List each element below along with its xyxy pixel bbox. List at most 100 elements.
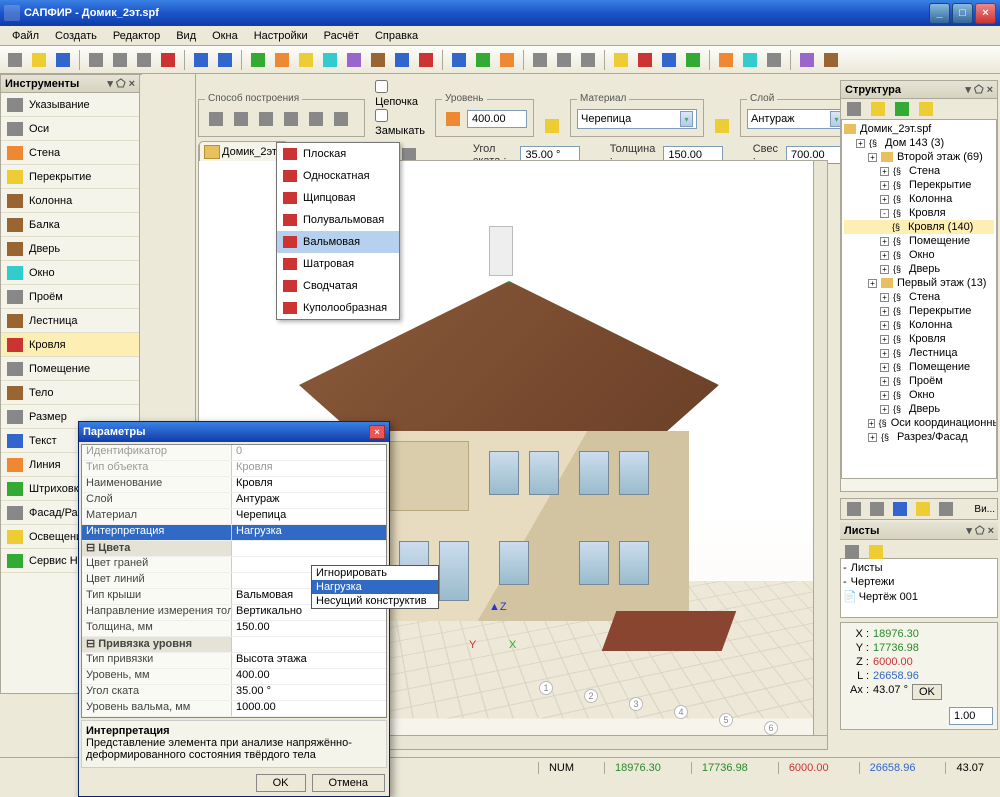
prop-row[interactable]: ⊟ Цвета [82, 541, 386, 557]
tree-item[interactable]: -{§Кровля [844, 206, 994, 220]
dialog-close-button[interactable]: × [369, 425, 385, 439]
minimize-button[interactable]: _ [929, 3, 950, 24]
draw-para-icon[interactable] [280, 108, 302, 130]
prop-row[interactable]: СлойАнтураж [82, 493, 386, 509]
interp-option-bearing[interactable]: Несущий конструктив [312, 594, 438, 608]
tree-tool-b[interactable] [867, 98, 889, 120]
level-input[interactable] [467, 110, 527, 128]
prop-row[interactable]: ⊟ Привязка уровня [82, 637, 386, 653]
tree-tool-c[interactable] [891, 98, 913, 120]
interp-option-load[interactable]: Нагрузка [312, 580, 438, 594]
tool-rotate[interactable] [472, 49, 494, 71]
tool-item-5[interactable]: Балка [1, 213, 139, 237]
material-combo[interactable]: Черепица [577, 109, 697, 129]
viewtab-d[interactable] [912, 498, 934, 520]
tool-c[interactable] [295, 49, 317, 71]
viewtab-e[interactable] [935, 498, 957, 520]
viewtab-c[interactable] [889, 498, 911, 520]
tree-item[interactable]: +{§Разрез/Фасад [844, 430, 994, 444]
tool-item-11[interactable]: Помещение [1, 357, 139, 381]
tool-item-8[interactable]: Проём [1, 285, 139, 309]
viewtab-a[interactable] [843, 498, 865, 520]
tool-item-1[interactable]: Оси [1, 117, 139, 141]
structure-tree[interactable]: Домик_2эт.spf+{§Дом 143 (3)+Второй этаж … [841, 119, 997, 479]
tool-p[interactable] [715, 49, 737, 71]
tree-item[interactable]: +{§Лестница [844, 346, 994, 360]
menu-calc[interactable]: Расчёт [316, 28, 367, 44]
roof-type-option[interactable]: Односкатная [277, 165, 399, 187]
tree-item[interactable]: +{§Дверь [844, 262, 994, 276]
tool-item-10[interactable]: Кровля [1, 333, 139, 357]
prop-row[interactable]: Уровень вальма, мм1000.00 [82, 701, 386, 717]
prop-row[interactable]: ИнтерпретацияНагрузка [82, 525, 386, 541]
menu-view[interactable]: Вид [168, 28, 204, 44]
tree-item[interactable]: {§Кровля (140) [844, 220, 994, 234]
panel-actions-icon[interactable]: ▾ ⬠ × [965, 83, 993, 96]
prop-row[interactable]: МатериалЧерепица [82, 509, 386, 525]
canvas-scroll-v[interactable] [813, 161, 827, 735]
tool-r[interactable] [763, 49, 785, 71]
tool-o[interactable] [682, 49, 704, 71]
prop-row[interactable]: Уровень, мм400.00 [82, 669, 386, 685]
interp-option-ignore[interactable]: Игнорировать [312, 566, 438, 580]
tree-item[interactable]: +{§Помещение [844, 234, 994, 248]
menu-windows[interactable]: Окна [204, 28, 246, 44]
tool-e[interactable] [343, 49, 365, 71]
tree-item[interactable]: +{§Перекрытие [844, 304, 994, 318]
tool-d[interactable] [319, 49, 341, 71]
tree-item[interactable]: +Первый этаж (13) [844, 276, 994, 290]
tool-open[interactable] [28, 49, 50, 71]
tree-item[interactable]: +Второй этаж (69) [844, 150, 994, 164]
menu-create[interactable]: Создать [47, 28, 105, 44]
tool-delete[interactable] [157, 49, 179, 71]
tool-item-4[interactable]: Колонна [1, 189, 139, 213]
tool-q[interactable] [739, 49, 761, 71]
tree-item[interactable]: +{§Окно [844, 388, 994, 402]
tool-item-7[interactable]: Окно [1, 261, 139, 285]
draw-rect-icon[interactable] [255, 108, 277, 130]
tree-item[interactable]: +{§Проём [844, 374, 994, 388]
roof-type-option[interactable]: Сводчатая [277, 275, 399, 297]
tree-item[interactable]: +{§Колонна [844, 192, 994, 206]
roof-type-option[interactable]: Куполообразная [277, 297, 399, 319]
tool-i[interactable] [529, 49, 551, 71]
tool-s[interactable] [796, 49, 818, 71]
tool-item-9[interactable]: Лестница [1, 309, 139, 333]
canvas-tab[interactable]: Домик_2эт [199, 141, 288, 161]
tool-a[interactable] [247, 49, 269, 71]
tree-item[interactable]: +{§Колонна [844, 318, 994, 332]
panel-pin-icon[interactable]: ▾ ⬠ × [107, 77, 135, 90]
tool-g[interactable] [391, 49, 413, 71]
tree-tool-a[interactable] [843, 98, 865, 120]
tree-item[interactable]: +{§Кровля [844, 332, 994, 346]
coords-ok-button[interactable]: OK [912, 684, 942, 700]
draw-curve-icon[interactable] [330, 108, 352, 130]
tool-b[interactable] [271, 49, 293, 71]
tree-item[interactable]: +{§Помещение [844, 360, 994, 374]
tree-item[interactable]: +{§Окно [844, 248, 994, 262]
tool-k[interactable] [577, 49, 599, 71]
tree-item[interactable]: +{§Дом 143 (3) [844, 136, 994, 150]
tool-l[interactable] [610, 49, 632, 71]
prop-row[interactable]: Угол ската35.00 ° [82, 685, 386, 701]
menu-help[interactable]: Справка [367, 28, 426, 44]
tool-h[interactable] [415, 49, 437, 71]
close-checkbox[interactable]: Замыкать [375, 109, 425, 137]
tool-move[interactable] [448, 49, 470, 71]
sheets-tool-b[interactable] [865, 541, 887, 563]
menu-file[interactable]: Файл [4, 28, 47, 44]
tool-copy[interactable] [109, 49, 131, 71]
tool-scale[interactable] [496, 49, 518, 71]
draw-poly-icon[interactable] [305, 108, 327, 130]
roof-type-option[interactable]: Полувальмовая [277, 209, 399, 231]
tool-item-0[interactable]: Указывание [1, 93, 139, 117]
tree-item[interactable]: +{§Стена [844, 164, 994, 178]
menu-editor[interactable]: Редактор [105, 28, 168, 44]
material-browse-icon[interactable] [714, 115, 730, 137]
tool-item-12[interactable]: Тело [1, 381, 139, 405]
viewtab-b[interactable] [866, 498, 888, 520]
prop-row[interactable]: Толщина, мм150.00 [82, 621, 386, 637]
tool-new[interactable] [4, 49, 26, 71]
interpretation-dropdown[interactable]: Игнорировать Нагрузка Несущий конструкти… [311, 565, 439, 609]
tree-item[interactable]: +{§Оси координационные [844, 416, 994, 430]
